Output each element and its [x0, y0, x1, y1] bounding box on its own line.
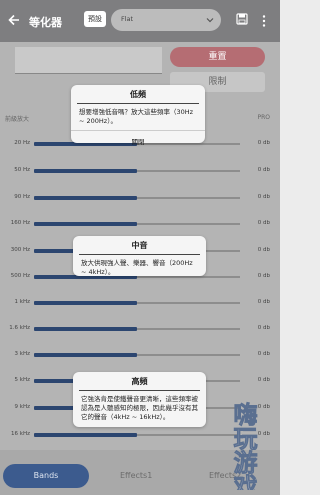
band-db-value: 0 db: [257, 167, 270, 173]
tooltip-high-title: 高頻: [131, 377, 148, 386]
preset-chip: 預設: [84, 11, 106, 27]
band-frequency-label: 20 Hz: [14, 140, 30, 146]
band-db-value: 0 db: [257, 247, 270, 253]
tab-bands[interactable]: Bands: [3, 464, 89, 488]
band-row: 1.6 kHz 0 db: [0, 324, 280, 336]
band-slider-fill[interactable]: [34, 196, 137, 200]
save-icon[interactable]: [236, 13, 248, 25]
band-frequency-label: 16 kHz: [11, 431, 30, 437]
band-frequency-label: 5 kHz: [14, 377, 30, 383]
pro-label: PRO: [257, 114, 270, 121]
band-row: 3 kHz 0 db: [0, 350, 280, 362]
preamp-label: 前級放大: [5, 116, 30, 123]
band-frequency-label: 500 Hz: [10, 273, 30, 279]
tooltip-mid-body: 放大供現強人聲、樂器、響音（200Hz ~ 4kHz）。: [81, 259, 193, 276]
app-bar: 等化器 Flat: [0, 0, 280, 42]
band-frequency-label: 3 kHz: [14, 351, 30, 357]
tooltip-mid: 中音 放大供現強人聲、樂器、響音（200Hz ~ 4kHz）。: [73, 236, 206, 276]
tooltip-low: 低頻 想要增強低音嗎？放大這些頻率（30Hz ~ 200Hz）。 關閉: [71, 85, 205, 146]
tooltip-low-title: 低頻: [130, 90, 146, 99]
watermark-text: 嗨玩游戏: [229, 401, 258, 490]
band-frequency-label: 50 Hz: [14, 167, 30, 173]
back-arrow-icon[interactable]: [6, 12, 22, 28]
band-row: 90 Hz 0 db: [0, 193, 280, 205]
band-frequency-label: 9 kHz: [14, 404, 30, 410]
chevron-down-icon: [206, 18, 214, 23]
band-db-value: 0 db: [257, 351, 270, 357]
tab-effects1[interactable]: Effects1: [120, 471, 152, 480]
band-slider-fill[interactable]: [34, 353, 137, 357]
band-frequency-label: 1.6 kHz: [9, 325, 30, 331]
band-frequency-label: 300 Hz: [10, 247, 30, 253]
tooltip-high-body: 它強洛肯是使鐵聲音更清晰，這些頻率被認為是人聽感知的極限，因此幾乎沒有其它的聲音…: [81, 395, 198, 421]
band-frequency-label: 160 Hz: [10, 220, 30, 226]
band-db-value: 0 db: [257, 299, 270, 305]
band-row: 1 kHz 0 db: [0, 298, 280, 310]
band-db-value: 0 db: [257, 325, 270, 331]
preset-dropdown[interactable]: Flat: [111, 9, 221, 31]
more-vert-icon[interactable]: [260, 14, 268, 28]
tooltip-low-body: 想要增強低音嗎？放大這些頻率（30Hz ~ 200Hz）。: [79, 108, 194, 125]
reset-button[interactable]: 重置: [170, 47, 265, 67]
band-row: 50 Hz 0 db: [0, 166, 280, 178]
watermark: 嗨玩游戏: [229, 401, 259, 490]
band-frequency-label: 90 Hz: [14, 194, 30, 200]
band-slider-fill[interactable]: [34, 301, 137, 305]
preset-name-field[interactable]: [15, 47, 162, 74]
band-slider-fill[interactable]: [34, 433, 137, 437]
band-db-value: 0 db: [257, 194, 270, 200]
band-db-value: 0 db: [257, 220, 270, 226]
band-frequency-label: 1 kHz: [14, 299, 30, 305]
tooltip-mid-title: 中音: [131, 241, 148, 250]
band-row: 160 Hz 0 db: [0, 219, 280, 231]
band-slider-fill[interactable]: [34, 327, 137, 331]
preset-value: Flat: [121, 15, 134, 23]
band-db-value: 0 db: [257, 140, 270, 146]
band-db-value: 0 db: [257, 273, 270, 279]
tooltip-high: 高頻 它強洛肯是使鐵聲音更清晰，這些頻率被認為是人聽感知的極限，因此幾乎沒有其它…: [73, 372, 206, 427]
tooltip-close-button[interactable]: 關閉: [71, 130, 205, 150]
page-title: 等化器: [29, 16, 62, 29]
band-slider-fill[interactable]: [34, 169, 137, 173]
band-slider-fill[interactable]: [34, 222, 137, 226]
